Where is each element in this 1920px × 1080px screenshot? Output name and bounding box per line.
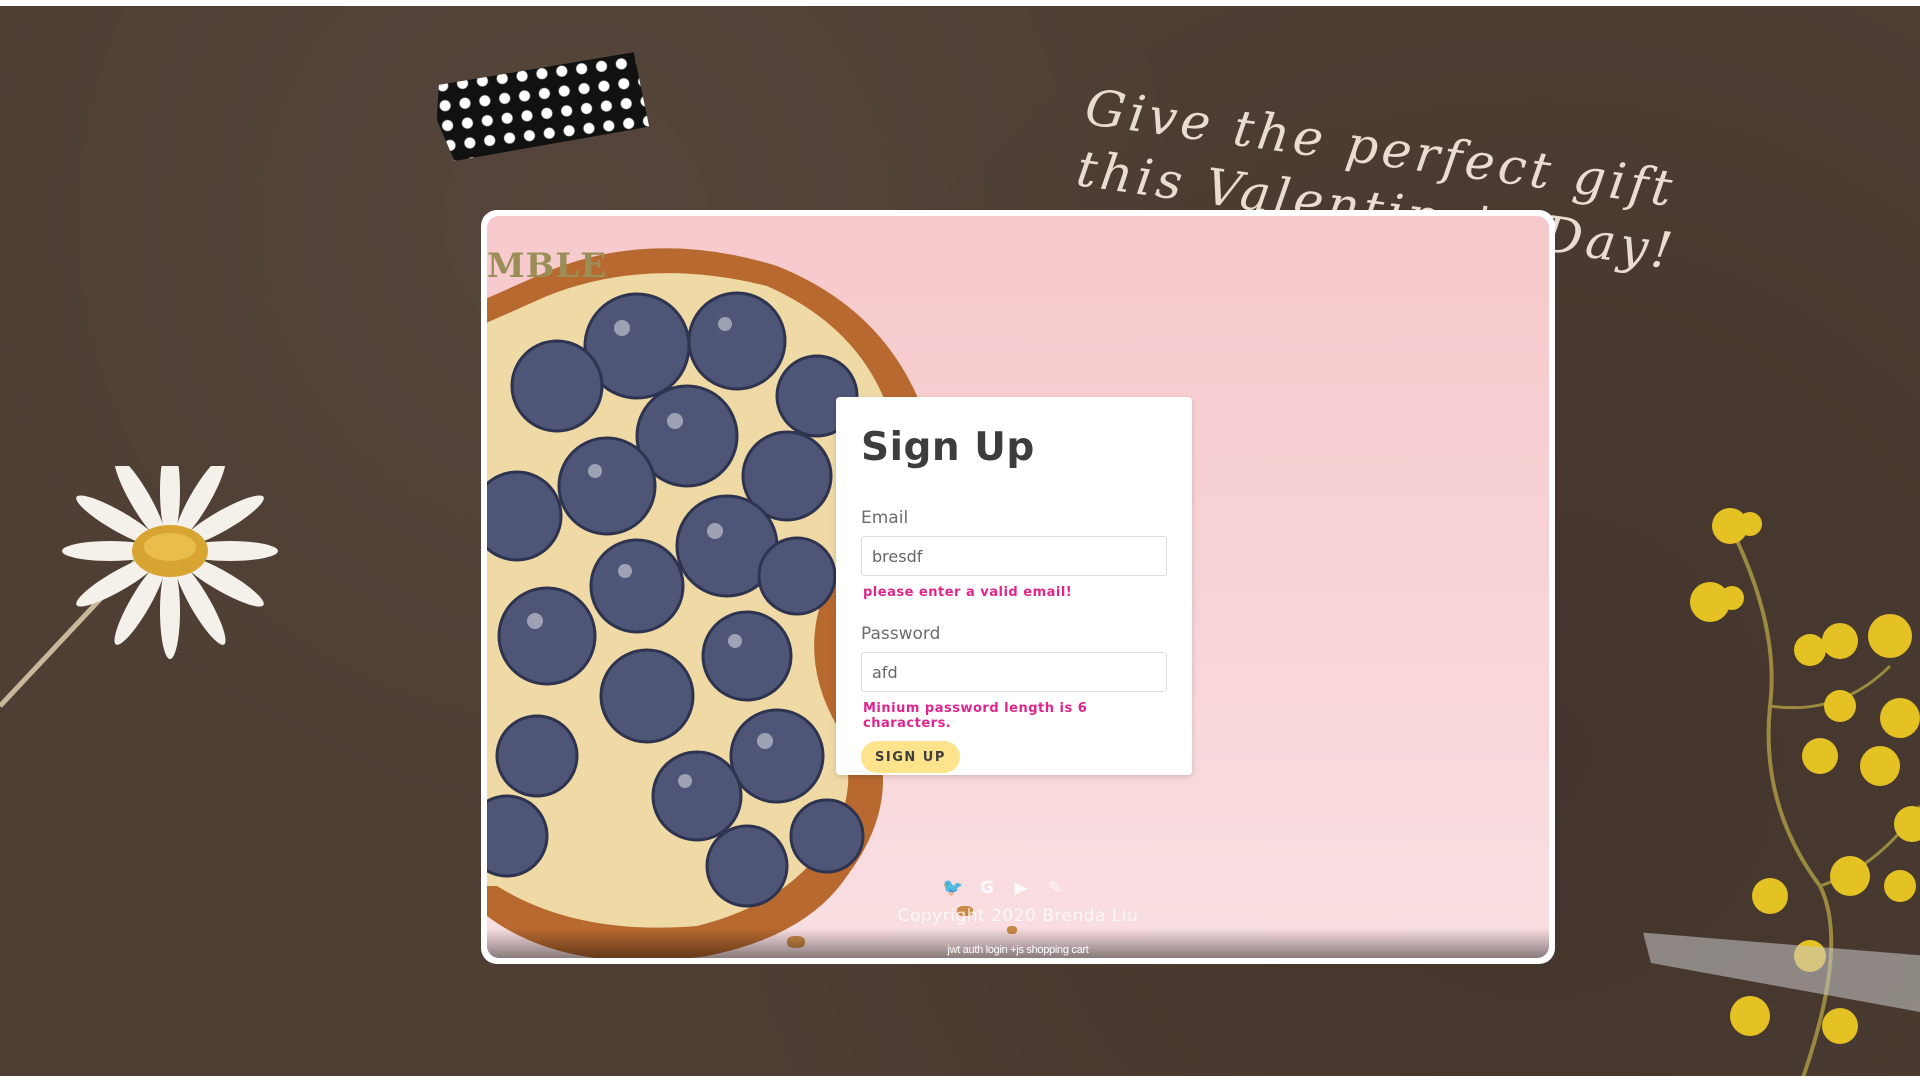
brand-fragment: MBLE	[487, 246, 608, 286]
password-error-message: Minium password length is 6 characters.	[863, 701, 1088, 731]
copyright-text: Copyright 2020 Brenda Liu	[897, 906, 1139, 926]
blueberry-tart-background: MBLE Sign Up Email please enter a valid …	[487, 216, 1549, 958]
social-links: 🐦 G ▶ ✎	[942, 878, 1065, 898]
google-icon[interactable]: G	[977, 878, 997, 898]
password-input[interactable]	[861, 652, 1167, 692]
polka-dot-tape-decoration	[432, 52, 651, 163]
daisy-flower-decoration	[0, 466, 278, 708]
signup-form-card: Sign Up Email please enter a valid email…	[836, 397, 1192, 775]
blog-icon[interactable]: ✎	[1045, 878, 1065, 898]
page-frame: MBLE Sign Up Email please enter a valid …	[481, 210, 1555, 964]
background-scene: Give the perfect gift this Valentine's D…	[0, 6, 1920, 1076]
sign-up-button[interactable]: SIGN UP	[861, 741, 960, 773]
twitter-icon[interactable]: 🐦	[942, 878, 963, 898]
email-label: Email	[861, 508, 909, 528]
footer-caption: jwt auth login +js shopping cart	[947, 944, 1089, 956]
password-label: Password	[861, 624, 941, 644]
form-title: Sign Up	[861, 425, 1035, 470]
youtube-icon[interactable]: ▶	[1011, 878, 1031, 898]
email-input[interactable]	[861, 536, 1167, 576]
email-error-message: please enter a valid email!	[863, 585, 1073, 600]
